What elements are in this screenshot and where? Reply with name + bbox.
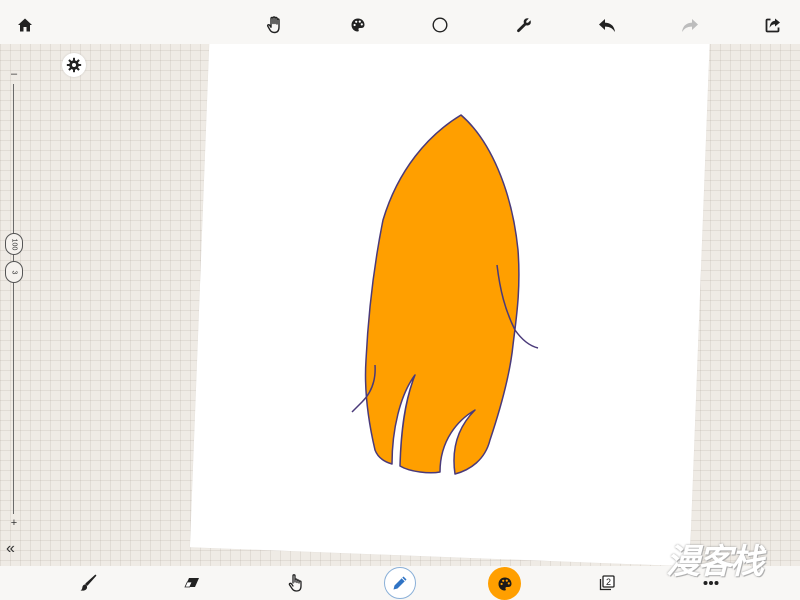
brush-opacity-value: 100 <box>10 238 18 250</box>
share-icon <box>765 18 780 33</box>
slider-minus-label: – <box>10 68 18 80</box>
pointer-hand-icon <box>288 574 302 592</box>
layers-button[interactable]: 2 <box>592 568 622 598</box>
pencil-icon <box>393 576 407 590</box>
redo-button[interactable] <box>675 10 705 40</box>
settings-button[interactable] <box>62 53 86 77</box>
orange-body-shape <box>364 114 520 475</box>
hand-icon <box>266 16 280 34</box>
gear-icon <box>66 57 82 73</box>
brush-tool-button[interactable] <box>73 568 103 598</box>
brush-icon <box>80 574 97 591</box>
home-button[interactable] <box>10 10 40 40</box>
home-icon <box>18 18 32 32</box>
undo-icon <box>599 19 615 32</box>
shape-tool-button[interactable] <box>425 10 455 40</box>
tools-button[interactable] <box>509 10 539 40</box>
redo-icon <box>682 19 698 32</box>
color-palette-button[interactable] <box>343 10 373 40</box>
pencil-brush-button[interactable] <box>384 567 416 599</box>
brush-size-value: 3 <box>10 270 18 274</box>
brush-opacity-handle[interactable]: 100 <box>5 233 23 255</box>
brush-slider-track[interactable] <box>13 84 14 514</box>
eraser-tool-button[interactable] <box>177 568 207 598</box>
watermark-logo: 漫客栈 <box>666 542 764 582</box>
brush-size-handle[interactable]: 3 <box>5 261 23 283</box>
orange-shape-drawing <box>351 114 539 475</box>
eraser-icon <box>184 578 199 588</box>
top-toolbar <box>0 0 800 44</box>
palette-icon <box>351 18 365 32</box>
collapse-panel-button[interactable]: « <box>6 541 15 557</box>
wrench-icon <box>517 18 531 33</box>
layers-icon: 2 <box>599 575 615 591</box>
pan-tool-button[interactable] <box>260 10 290 40</box>
active-color-button[interactable] <box>488 567 521 600</box>
slider-plus-label: + <box>10 517 18 529</box>
palette-icon <box>498 577 511 590</box>
share-button[interactable] <box>758 10 788 40</box>
circle-icon <box>432 17 448 33</box>
select-tool-button[interactable] <box>280 568 310 598</box>
undo-button[interactable] <box>592 10 622 40</box>
layers-count: 2 <box>606 577 611 587</box>
